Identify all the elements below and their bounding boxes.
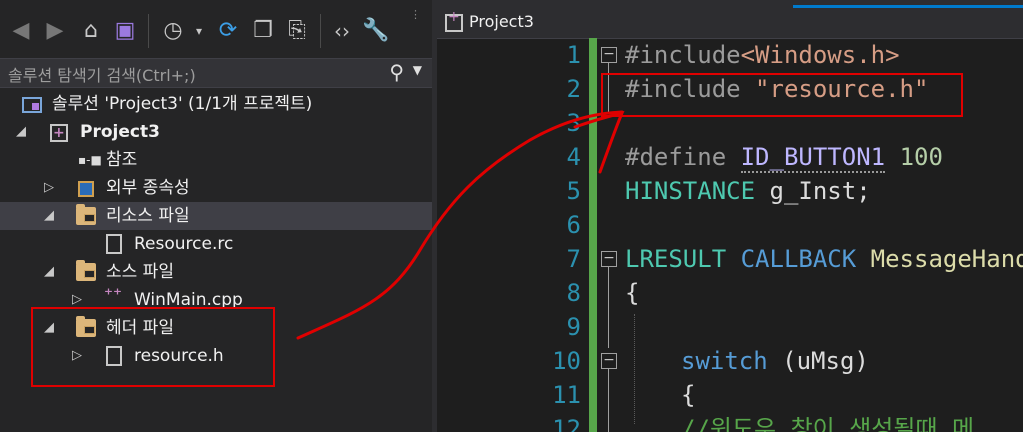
tree-item-label: Resource.rc <box>134 234 234 254</box>
line-number: 11 <box>552 381 581 409</box>
expanded-arrow-icon[interactable]: ◢ <box>44 258 54 286</box>
tree-item-label: 솔루션 'Project3' (1/1개 프로젝트) <box>52 94 313 114</box>
vs-project-icon <box>445 9 463 32</box>
tree-item-label: 참조 <box>106 150 138 170</box>
expanded-arrow-icon[interactable]: ◢ <box>44 202 54 230</box>
solution-search-box[interactable]: 솔루션 탐색기 검색(Ctrl+;) ⚲ ▼ <box>0 58 432 88</box>
solution-explorer-toolbar: ⋮ ◀ ▶ ⌂ ▣ ◷ ▾ ⟳ ❐ ⎘ ‹› 🔧 <box>0 0 432 58</box>
rc-file-icon <box>106 234 122 254</box>
line-number-gutter: 1 2 3 4 5 6 7 8 9 10 11 12 <box>471 38 581 432</box>
forward-icon[interactable]: ▶ <box>40 14 70 48</box>
line-number: 6 <box>566 211 581 239</box>
show-all-files-icon[interactable]: ⎘ <box>282 14 312 48</box>
indent-guide <box>634 314 636 424</box>
code-line: switch (uMsg) <box>681 344 869 378</box>
references-icon: ▪‑■ <box>78 153 102 167</box>
comment: //윈도우 창이 생성될때 메 <box>681 415 975 432</box>
collapse-region-icon[interactable]: − <box>601 251 617 267</box>
include-target: <Windows.h> <box>740 41 900 69</box>
tree-item-label: Project3 <box>80 122 160 142</box>
collapse-all-icon[interactable]: ❐ <box>248 14 278 48</box>
back-icon[interactable]: ◀ <box>6 14 36 48</box>
folder-icon <box>76 204 96 225</box>
tree-item-project[interactable]: ◢ Project3 <box>0 118 432 147</box>
code-view-icon[interactable]: ‹› <box>326 14 358 48</box>
line-number: 12 <box>552 415 581 432</box>
function-name: MessageHand <box>870 245 1023 273</box>
grip-icon: ⋮ <box>410 8 422 21</box>
macro-name: ID_BUTTON1 <box>740 143 886 173</box>
keyword: CALLBACK <box>740 245 857 273</box>
tree-item-label: 리소스 파일 <box>106 206 190 226</box>
line-number: 7 <box>566 245 581 273</box>
properties-wrench-icon[interactable]: 🔧 <box>360 14 392 48</box>
dropdown-icon[interactable]: ▾ <box>192 14 206 48</box>
type-name: HINSTANCE <box>625 177 756 205</box>
code-editor[interactable]: Project3 1 2 3 4 5 6 7 8 9 10 11 12 − − … <box>437 0 1023 432</box>
folder-icon <box>76 260 96 281</box>
cpp-file-icon: ⁺⁺ <box>104 285 122 305</box>
annotation-box-include-resource <box>601 73 963 117</box>
tree-item-solution[interactable]: 솔루션 'Project3' (1/1개 프로젝트) <box>0 90 432 118</box>
macro-value: 100 <box>899 143 943 171</box>
code-line: #include<Windows.h> <box>625 38 900 72</box>
tree-item-label: 외부 종속성 <box>106 178 190 198</box>
collapse-region-icon[interactable]: − <box>601 47 617 63</box>
code-line: { <box>625 276 639 310</box>
code-line: //윈도우 창이 생성될때 메 <box>681 412 974 432</box>
line-number: 10 <box>552 347 581 375</box>
tree-item-resource-files[interactable]: ◢ 리소스 파일 <box>0 202 432 230</box>
code-line: { <box>681 378 695 412</box>
tree-item-external-deps[interactable]: ▷ 외부 종속성 <box>0 174 432 202</box>
code-line: #define ID_BUTTON1 100 <box>625 140 943 174</box>
line-number: 8 <box>566 279 581 307</box>
line-number: 5 <box>566 177 581 205</box>
editor-tab-strip <box>437 0 1023 8</box>
expanded-arrow-icon[interactable]: ◢ <box>16 118 26 146</box>
preprocessor-directive: #define <box>625 143 727 171</box>
fold-line <box>608 266 609 348</box>
collapsed-arrow-icon[interactable]: ▷ <box>44 174 54 202</box>
line-number: 4 <box>566 143 581 171</box>
preprocessor-directive: #include <box>625 41 741 69</box>
identifier: (uMsg) <box>767 347 869 375</box>
home-icon[interactable]: ⌂ <box>74 14 108 48</box>
brace: { <box>625 279 640 307</box>
keyword: switch <box>681 347 768 375</box>
toolbar-separator <box>148 14 149 48</box>
search-icon[interactable]: ⚲ <box>389 60 404 84</box>
line-number: 9 <box>566 313 581 341</box>
tree-item-resource-rc[interactable]: Resource.rc <box>0 230 432 258</box>
line-number: 1 <box>566 41 581 69</box>
vs-solution-icon[interactable]: ▣ <box>110 14 140 48</box>
vs-project-icon <box>50 119 68 147</box>
external-deps-icon <box>78 181 94 197</box>
search-placeholder: 솔루션 탐색기 검색(Ctrl+;) <box>8 66 196 85</box>
history-icon[interactable]: ◷ <box>156 14 190 48</box>
line-number: 3 <box>566 109 581 137</box>
toolbar-separator <box>320 14 321 48</box>
type-name: LRESULT <box>625 245 727 273</box>
code-line: HINSTANCE g_Inst; <box>625 174 871 208</box>
solution-explorer: ⋮ ◀ ▶ ⌂ ▣ ◷ ▾ ⟳ ❐ ⎘ ‹› 🔧 솔루션 탐색기 검색(Ctrl… <box>0 0 432 432</box>
identifier: g_Inst; <box>755 177 871 205</box>
fold-line <box>608 368 609 432</box>
code-line: LRESULT CALLBACK MessageHand <box>625 242 1023 276</box>
search-options-dropdown-icon[interactable]: ▼ <box>413 63 422 77</box>
editor-navigation-bar[interactable]: Project3 <box>437 8 1023 39</box>
tree-item-references[interactable]: ▪‑■ 참조 <box>0 146 432 174</box>
tree-item-source-files[interactable]: ◢ 소스 파일 <box>0 258 432 286</box>
project-dropdown[interactable]: Project3 <box>469 12 534 31</box>
change-tracking-bar <box>589 38 597 432</box>
sync-icon[interactable]: ⟳ <box>212 14 244 48</box>
brace: { <box>681 381 696 409</box>
annotation-box-header-files <box>31 307 275 387</box>
solution-icon <box>22 97 42 113</box>
collapse-region-icon[interactable]: − <box>601 353 617 369</box>
line-number: 2 <box>566 75 581 103</box>
